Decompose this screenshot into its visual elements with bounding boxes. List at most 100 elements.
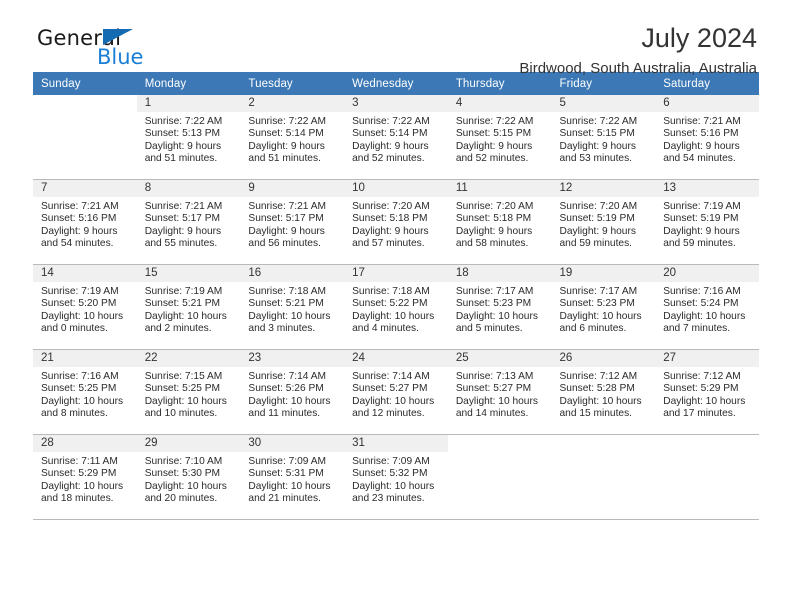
daylight-text-line1: Daylight: 10 hours <box>559 395 642 407</box>
triangle-icon <box>103 29 133 45</box>
general-blue-logo[interactable]: General Blue <box>37 26 217 74</box>
day-number: 4 <box>447 95 552 112</box>
sunset-text: Sunset: 5:14 PM <box>352 128 428 140</box>
day-number: 26 <box>551 350 656 367</box>
sunset-text: Sunset: 5:19 PM <box>663 213 739 225</box>
sunset-text: Sunset: 5:31 PM <box>248 468 324 480</box>
daylight-text-line1: Daylight: 10 hours <box>248 310 331 322</box>
day-number: 28 <box>33 435 137 452</box>
sunset-text: Sunset: 5:26 PM <box>248 383 324 395</box>
day-cell-inner: 1 Sunrise: 7:22 AM Sunset: 5:13 PM Daylight… <box>136 95 241 179</box>
calendar-day-cell[interactable]: 24 Sunrise: 7:14 AM Sunset: 5:27 PM Dayligh… <box>344 349 448 435</box>
daylight-text-line1: Daylight: 10 hours <box>352 310 435 322</box>
daylight-text-line2: and 4 minutes. <box>352 323 419 335</box>
sunset-text: Sunset: 5:15 PM <box>559 128 635 140</box>
day-sun-info: Sunrise: 7:10 AM Sunset: 5:30 PM Daylight:… <box>137 452 241 506</box>
day-number: 29 <box>136 435 241 452</box>
daylight-text-line2: and 5 minutes. <box>455 323 523 335</box>
sunset-text: Sunset: 5:29 PM <box>41 468 117 480</box>
calendar-day-cell[interactable]: 10 Sunrise: 7:20 AM Sunset: 5:18 PM Dayligh… <box>344 179 448 265</box>
sunrise-text: Sunrise: 7:21 AM <box>663 116 741 127</box>
daylight-text-line2: and 56 minutes. <box>248 238 321 250</box>
calendar-day-cell[interactable]: 9 Sunrise: 7:21 AM Sunset: 5:17 PM Daylight… <box>240 179 345 265</box>
day-cell-inner <box>447 435 552 519</box>
calendar-day-cell[interactable]: 6 Sunrise: 7:21 AM Sunset: 5:16 PM Daylight… <box>655 95 759 180</box>
calendar-day-cell[interactable]: 4 Sunrise: 7:22 AM Sunset: 5:15 PM Daylight… <box>447 95 552 180</box>
calendar-day-cell[interactable]: 19 Sunrise: 7:17 AM Sunset: 5:23 PM Dayligh… <box>551 264 656 350</box>
day-sun-info: Sunrise: 7:21 AM Sunset: 5:16 PM Daylight:… <box>33 197 137 251</box>
day-cell-inner: 19 Sunrise: 7:17 AM Sunset: 5:23 PM Dayligh… <box>551 265 656 349</box>
sunrise-text: Sunrise: 7:17 AM <box>455 286 534 297</box>
calendar-day-cell[interactable]: 8 Sunrise: 7:21 AM Sunset: 5:17 PM Daylight… <box>136 179 241 265</box>
day-sun-info: Sunrise: 7:14 AM Sunset: 5:26 PM Daylight:… <box>240 367 344 421</box>
page-header: General Blue July 2024 Birdwood, South A… <box>33 0 759 77</box>
calendar-day-cell[interactable]: 15 Sunrise: 7:19 AM Sunset: 5:21 PM Dayligh… <box>136 264 241 350</box>
day-number: 2 <box>240 95 345 112</box>
day-number: 19 <box>551 265 656 282</box>
day-number <box>551 435 656 452</box>
sunset-text: Sunset: 5:23 PM <box>559 298 635 310</box>
page-subtitle: Birdwood, South Australia, Australia <box>519 60 757 77</box>
calendar-day-cell[interactable]: 23 Sunrise: 7:14 AM Sunset: 5:26 PM Dayligh… <box>240 349 345 435</box>
daylight-text-line1: Daylight: 9 hours <box>144 225 222 237</box>
day-cell-inner <box>551 435 656 519</box>
day-sun-info: Sunrise: 7:22 AM Sunset: 5:15 PM Daylight:… <box>448 112 552 166</box>
daylight-text-line1: Daylight: 10 hours <box>41 480 124 492</box>
sunrise-text: Sunrise: 7:11 AM <box>41 456 118 467</box>
calendar-day-cell[interactable]: 29 Sunrise: 7:10 AM Sunset: 5:30 PM Dayligh… <box>136 434 241 520</box>
daylight-text-line1: Daylight: 10 hours <box>352 480 435 492</box>
calendar-day-cell[interactable]: 31 Sunrise: 7:09 AM Sunset: 5:32 PM Dayligh… <box>344 434 448 520</box>
sunrise-text: Sunrise: 7:12 AM <box>559 371 638 382</box>
daylight-text-line1: Daylight: 10 hours <box>559 310 642 322</box>
day-sun-info: Sunrise: 7:12 AM Sunset: 5:29 PM Daylight:… <box>655 367 759 421</box>
sunset-text: Sunset: 5:17 PM <box>248 213 324 225</box>
calendar-day-cell[interactable]: 13 Sunrise: 7:19 AM Sunset: 5:19 PM Dayligh… <box>655 179 759 265</box>
day-sun-info: Sunrise: 7:17 AM Sunset: 5:23 PM Daylight:… <box>448 282 552 336</box>
daylight-text-line2: and 54 minutes. <box>41 238 114 250</box>
calendar-day-cell[interactable]: 30 Sunrise: 7:09 AM Sunset: 5:31 PM Dayligh… <box>240 434 345 520</box>
sunrise-text: Sunrise: 7:18 AM <box>352 286 430 297</box>
calendar-day-cell[interactable]: 1 Sunrise: 7:22 AM Sunset: 5:13 PM Daylight… <box>136 95 241 180</box>
daylight-text-line1: Daylight: 10 hours <box>41 310 124 322</box>
calendar-day-cell[interactable]: 21 Sunrise: 7:16 AM Sunset: 5:25 PM Dayligh… <box>33 349 137 435</box>
calendar-day-cell[interactable]: 27 Sunrise: 7:12 AM Sunset: 5:29 PM Dayligh… <box>655 349 759 435</box>
daylight-text-line1: Daylight: 10 hours <box>663 310 746 322</box>
day-cell-inner: 18 Sunrise: 7:17 AM Sunset: 5:23 PM Dayligh… <box>447 265 552 349</box>
calendar-day-cell[interactable]: 16 Sunrise: 7:18 AM Sunset: 5:21 PM Dayligh… <box>240 264 345 350</box>
calendar-day-cell[interactable]: 28 Sunrise: 7:11 AM Sunset: 5:29 PM Dayligh… <box>33 434 137 520</box>
calendar-week-row: 7 Sunrise: 7:21 AM Sunset: 5:16 PM Daylight… <box>33 179 759 265</box>
sunset-text: Sunset: 5:24 PM <box>663 298 739 310</box>
calendar-day-cell[interactable]: 18 Sunrise: 7:17 AM Sunset: 5:23 PM Dayligh… <box>447 264 552 350</box>
sunrise-text: Sunrise: 7:17 AM <box>559 286 638 297</box>
daylight-text-line2: and 20 minutes. <box>144 493 218 505</box>
calendar-day-cell <box>33 95 137 180</box>
daylight-text-line2: and 6 minutes. <box>559 323 627 335</box>
calendar-day-cell[interactable]: 17 Sunrise: 7:18 AM Sunset: 5:22 PM Dayligh… <box>344 264 448 350</box>
day-sun-info: Sunrise: 7:22 AM Sunset: 5:13 PM Daylight:… <box>137 112 241 166</box>
calendar-day-cell[interactable]: 26 Sunrise: 7:12 AM Sunset: 5:28 PM Dayligh… <box>551 349 656 435</box>
day-cell-inner: 7 Sunrise: 7:21 AM Sunset: 5:16 PM Daylight… <box>33 180 137 264</box>
day-cell-inner: 15 Sunrise: 7:19 AM Sunset: 5:21 PM Dayligh… <box>136 265 241 349</box>
logo-text-blue: Blue <box>97 45 144 69</box>
day-cell-inner: 24 Sunrise: 7:14 AM Sunset: 5:27 PM Dayligh… <box>344 350 448 434</box>
sunset-text: Sunset: 5:20 PM <box>41 298 117 310</box>
calendar-day-cell[interactable]: 20 Sunrise: 7:16 AM Sunset: 5:24 PM Dayligh… <box>655 264 759 350</box>
calendar-day-cell[interactable]: 25 Sunrise: 7:13 AM Sunset: 5:27 PM Dayligh… <box>447 349 552 435</box>
calendar-day-cell[interactable]: 2 Sunrise: 7:22 AM Sunset: 5:14 PM Daylight… <box>240 95 345 180</box>
sunrise-text: Sunrise: 7:09 AM <box>248 456 326 467</box>
calendar-day-cell[interactable]: 3 Sunrise: 7:22 AM Sunset: 5:14 PM Daylight… <box>344 95 448 180</box>
day-number <box>447 435 552 452</box>
calendar-day-cell[interactable]: 7 Sunrise: 7:21 AM Sunset: 5:16 PM Daylight… <box>33 179 137 265</box>
calendar-day-cell[interactable]: 14 Sunrise: 7:19 AM Sunset: 5:20 PM Dayligh… <box>33 264 137 350</box>
calendar-day-cell[interactable]: 5 Sunrise: 7:22 AM Sunset: 5:15 PM Daylight… <box>551 95 656 180</box>
calendar-day-cell[interactable]: 12 Sunrise: 7:20 AM Sunset: 5:19 PM Dayligh… <box>551 179 656 265</box>
calendar-day-cell[interactable]: 22 Sunrise: 7:15 AM Sunset: 5:25 PM Dayligh… <box>136 349 241 435</box>
day-cell-inner: 31 Sunrise: 7:09 AM Sunset: 5:32 PM Dayligh… <box>344 435 448 519</box>
sunrise-text: Sunrise: 7:20 AM <box>559 201 638 212</box>
sunrise-text: Sunrise: 7:19 AM <box>41 286 119 297</box>
calendar-day-cell[interactable]: 11 Sunrise: 7:20 AM Sunset: 5:18 PM Dayligh… <box>447 179 552 265</box>
daylight-text-line1: Daylight: 9 hours <box>455 225 533 237</box>
day-number: 17 <box>344 265 448 282</box>
daylight-text-line2: and 17 minutes. <box>663 408 736 420</box>
daylight-text-line1: Daylight: 10 hours <box>144 310 227 322</box>
